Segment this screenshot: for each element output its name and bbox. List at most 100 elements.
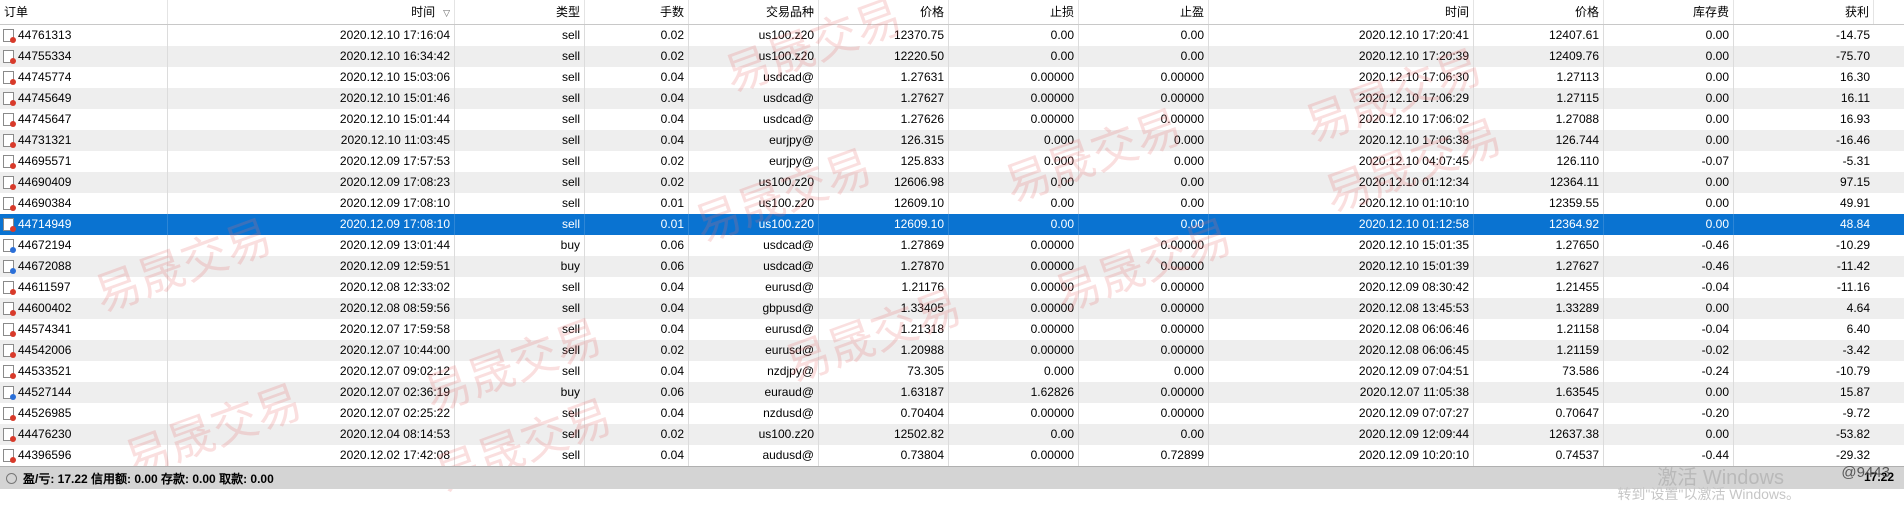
- order-sell-icon: [3, 50, 16, 64]
- column-header-label: 类型: [555, 5, 580, 19]
- column-header-swap[interactable]: 库存费: [1604, 0, 1734, 24]
- table-row[interactable]: 44745774 2020.12.10 15:03:06 sell 0.04 usdca…: [0, 67, 1904, 88]
- cell-open-price: 12606.98: [819, 172, 949, 193]
- cell-open-time: 2020.12.07 02:36:19: [168, 382, 455, 403]
- table-row[interactable]: 44695571 2020.12.09 17:57:53 sell 0.02 eurjp…: [0, 151, 1904, 172]
- column-header-profit[interactable]: 获利: [1734, 0, 1874, 24]
- order-number: 44396596: [18, 448, 72, 462]
- cell-symbol: us100.z20: [689, 424, 819, 445]
- column-header-close-price[interactable]: 价格: [1474, 0, 1604, 24]
- cell-swap: 0.00: [1604, 67, 1734, 88]
- cell-swap: 0.00: [1604, 214, 1734, 235]
- order-buy-icon: [3, 386, 16, 400]
- cell-lots: 0.01: [585, 193, 689, 214]
- cell-sl: 0.00000: [949, 88, 1079, 109]
- cell-order: 44672088: [0, 256, 168, 277]
- column-header-open-price[interactable]: 价格: [819, 0, 949, 24]
- table-row[interactable]: 44526985 2020.12.07 02:25:22 sell 0.04 nzdus…: [0, 403, 1904, 424]
- cell-lots: 0.04: [585, 109, 689, 130]
- table-row[interactable]: 44672194 2020.12.09 13:01:44 buy 0.06 usdcad…: [0, 235, 1904, 256]
- table-row[interactable]: 44611597 2020.12.08 12:33:02 sell 0.04 eurus…: [0, 277, 1904, 298]
- column-header-lots[interactable]: 手数: [585, 0, 689, 24]
- cell-tp: 0.000: [1079, 151, 1209, 172]
- column-header-label: 止损: [1049, 5, 1074, 19]
- cell-swap: 0.00: [1604, 424, 1734, 445]
- order-buy-icon: [3, 260, 16, 274]
- table-row[interactable]: 44542006 2020.12.07 10:44:00 sell 0.02 eurus…: [0, 340, 1904, 361]
- table-row[interactable]: 44396596 2020.12.02 17:42:08 sell 0.04 audus…: [0, 445, 1904, 466]
- cell-open-price: 12220.50: [819, 46, 949, 67]
- column-header-type[interactable]: 类型: [455, 0, 585, 24]
- table-row[interactable]: 44600402 2020.12.08 08:59:56 sell 0.04 gbpus…: [0, 298, 1904, 319]
- table-row[interactable]: 44755334 2020.12.10 16:34:42 sell 0.02 us100…: [0, 46, 1904, 67]
- cell-profit: -9.72: [1842, 406, 1870, 420]
- column-header-close-time[interactable]: 时间: [1209, 0, 1474, 24]
- cell-close-time: 2020.12.08 06:06:46: [1209, 319, 1474, 340]
- column-header-order[interactable]: 订单: [0, 0, 168, 24]
- cell-symbol: usdcad@: [689, 88, 819, 109]
- order-number: 44476230: [18, 427, 72, 441]
- table-row[interactable]: 44574341 2020.12.07 17:59:58 sell 0.04 eurus…: [0, 319, 1904, 340]
- order-sell-icon: [3, 449, 16, 463]
- table-row[interactable]: 44731321 2020.12.10 11:03:45 sell 0.04 eurjp…: [0, 130, 1904, 151]
- cell-close-price: 1.27088: [1474, 109, 1604, 130]
- cell-lots: 0.04: [585, 319, 689, 340]
- table-row[interactable]: 44527144 2020.12.07 02:36:19 buy 0.06 euraud…: [0, 382, 1904, 403]
- cell-swap: 0.00: [1604, 88, 1734, 109]
- cell-profit: 16.11: [1840, 91, 1870, 105]
- cell-open-time: 2020.12.09 12:59:51: [168, 256, 455, 277]
- cell-symbol: us100.z20: [689, 46, 819, 67]
- grid-header: 订单 时间 ▽ 类型 手数 交易品种 价格 止损 止盈 时间 价格 库存费 获利: [0, 0, 1904, 25]
- order-sell-icon: [3, 323, 16, 337]
- cell-sl: 0.00000: [949, 67, 1079, 88]
- cell-sl: 0.00: [949, 46, 1079, 67]
- cell-tp: 0.00000: [1079, 235, 1209, 256]
- cell-lots: 0.04: [585, 130, 689, 151]
- table-row[interactable]: 44690384 2020.12.09 17:08:10 sell 0.01 us100…: [0, 193, 1904, 214]
- table-row[interactable]: 44533521 2020.12.07 09:02:12 sell 0.04 nzdjp…: [0, 361, 1904, 382]
- cell-tp: 0.00000: [1079, 109, 1209, 130]
- cell-close-time: 2020.12.10 01:12:34: [1209, 172, 1474, 193]
- cell-swap: -0.04: [1604, 277, 1734, 298]
- cell-open-price: 1.27870: [819, 256, 949, 277]
- cell-open-price: 1.27626: [819, 109, 949, 130]
- cell-close-price: 12364.92: [1474, 214, 1604, 235]
- column-header-open-time[interactable]: 时间 ▽: [168, 0, 455, 24]
- cell-close-price: 1.27115: [1474, 88, 1604, 109]
- cell-lots: 0.02: [585, 424, 689, 445]
- cell-type: sell: [455, 172, 585, 193]
- activation-notice-sub: 转到"设置"以激活 Windows。: [1617, 486, 1800, 502]
- cell-sl: 0.00000: [949, 298, 1079, 319]
- order-sell-icon: [3, 344, 16, 358]
- cell-close-time: 2020.12.08 06:06:45: [1209, 340, 1474, 361]
- order-number: 44745647: [18, 112, 72, 126]
- cell-open-price: 1.27869: [819, 235, 949, 256]
- cell-profit: -10.29: [1835, 238, 1870, 252]
- order-number: 44533521: [18, 364, 72, 378]
- cell-lots: 0.02: [585, 172, 689, 193]
- cell-sl: 0.00000: [949, 403, 1079, 424]
- table-row[interactable]: 44672088 2020.12.09 12:59:51 buy 0.06 usdcad…: [0, 256, 1904, 277]
- cell-open-price: 1.27631: [819, 67, 949, 88]
- column-header-symbol[interactable]: 交易品种: [689, 0, 819, 24]
- cell-type: sell: [455, 319, 585, 340]
- cell-lots: 0.02: [585, 25, 689, 46]
- cell-swap: 0.00: [1604, 298, 1734, 319]
- table-row[interactable]: 44476230 2020.12.04 08:14:53 sell 0.02 us100…: [0, 424, 1904, 445]
- table-row[interactable]: 44745649 2020.12.10 15:01:46 sell 0.04 usdca…: [0, 88, 1904, 109]
- column-header-sl[interactable]: 止损: [949, 0, 1079, 24]
- cell-tp: 0.00: [1079, 424, 1209, 445]
- cell-close-time: 2020.12.09 10:20:10: [1209, 445, 1474, 466]
- table-row[interactable]: 44761313 2020.12.10 17:16:04 sell 0.02 us100…: [0, 25, 1904, 46]
- column-header-tp[interactable]: 止盈: [1079, 0, 1209, 24]
- column-header-label: 止盈: [1179, 5, 1204, 19]
- table-row[interactable]: 44745647 2020.12.10 15:01:44 sell 0.04 usdca…: [0, 109, 1904, 130]
- grid-body: 44761313 2020.12.10 17:16:04 sell 0.02 us100…: [0, 25, 1904, 466]
- sort-arrow-icon: ▽: [443, 8, 450, 18]
- cell-swap: -0.20: [1604, 403, 1734, 424]
- cell-profit: -16.46: [1835, 133, 1870, 147]
- cell-open-time: 2020.12.10 16:34:42: [168, 46, 455, 67]
- table-row[interactable]: 44690409 2020.12.09 17:08:23 sell 0.02 us100…: [0, 172, 1904, 193]
- cell-profit: -5.31: [1842, 154, 1870, 168]
- table-row[interactable]: 44714949 2020.12.09 17:08:10 sell 0.01 us100…: [0, 214, 1904, 235]
